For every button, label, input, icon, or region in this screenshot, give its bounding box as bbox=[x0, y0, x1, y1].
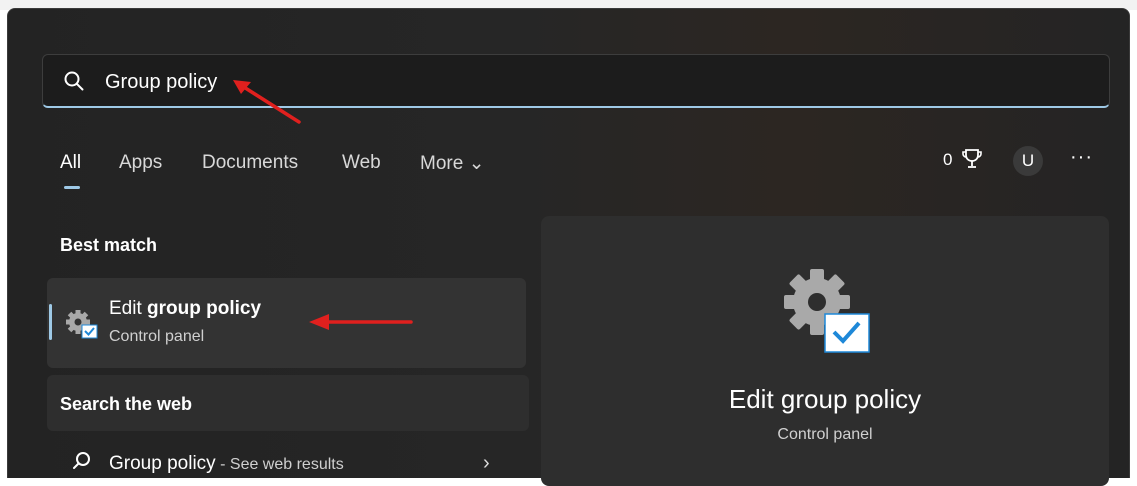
rewards-trophy-icon[interactable] bbox=[960, 147, 984, 171]
group-policy-gear-icon bbox=[66, 310, 98, 339]
active-tab-indicator bbox=[64, 186, 80, 189]
search-input[interactable] bbox=[103, 67, 1007, 97]
rewards-points: 0 bbox=[943, 150, 953, 169]
search-the-web-heading: Search the web bbox=[60, 394, 193, 414]
best-match-result[interactable]: Edit group policy Control panel bbox=[47, 278, 526, 368]
selection-accent bbox=[49, 304, 52, 340]
preview-title: Edit group policy bbox=[728, 384, 922, 414]
search-box[interactable] bbox=[42, 54, 1110, 108]
preview-subtitle: Control panel bbox=[777, 426, 873, 443]
web-result-row[interactable]: Group policy - See web results › bbox=[47, 440, 529, 480]
web-result-suffix: - See web results bbox=[215, 456, 344, 473]
result-title: Edit group policy bbox=[109, 298, 261, 320]
tab-more[interactable]: More ⌄ bbox=[420, 152, 485, 175]
web-query: Group policy bbox=[109, 453, 216, 474]
tab-web[interactable]: Web bbox=[342, 152, 381, 174]
tab-apps[interactable]: Apps bbox=[119, 152, 162, 174]
search-icon bbox=[64, 71, 84, 91]
search-the-web-section: Search the web bbox=[47, 375, 529, 431]
web-result-text: Group policy - See web results bbox=[109, 453, 344, 475]
preview-pane: Edit group policy Control panel bbox=[541, 216, 1109, 486]
group-policy-large-icon bbox=[784, 269, 870, 353]
chevron-right-icon: › bbox=[483, 452, 490, 474]
more-options-button[interactable]: ··· bbox=[1070, 146, 1093, 169]
result-title-prefix: Edit bbox=[109, 298, 148, 319]
result-title-highlight: group policy bbox=[147, 298, 262, 319]
result-subtitle: Control panel bbox=[109, 328, 205, 345]
user-avatar[interactable]: U bbox=[1013, 146, 1043, 176]
best-match-heading: Best match bbox=[60, 235, 158, 255]
tab-documents[interactable]: Documents bbox=[202, 152, 298, 174]
tab-all[interactable]: All bbox=[60, 152, 81, 174]
web-search-icon bbox=[73, 452, 90, 469]
